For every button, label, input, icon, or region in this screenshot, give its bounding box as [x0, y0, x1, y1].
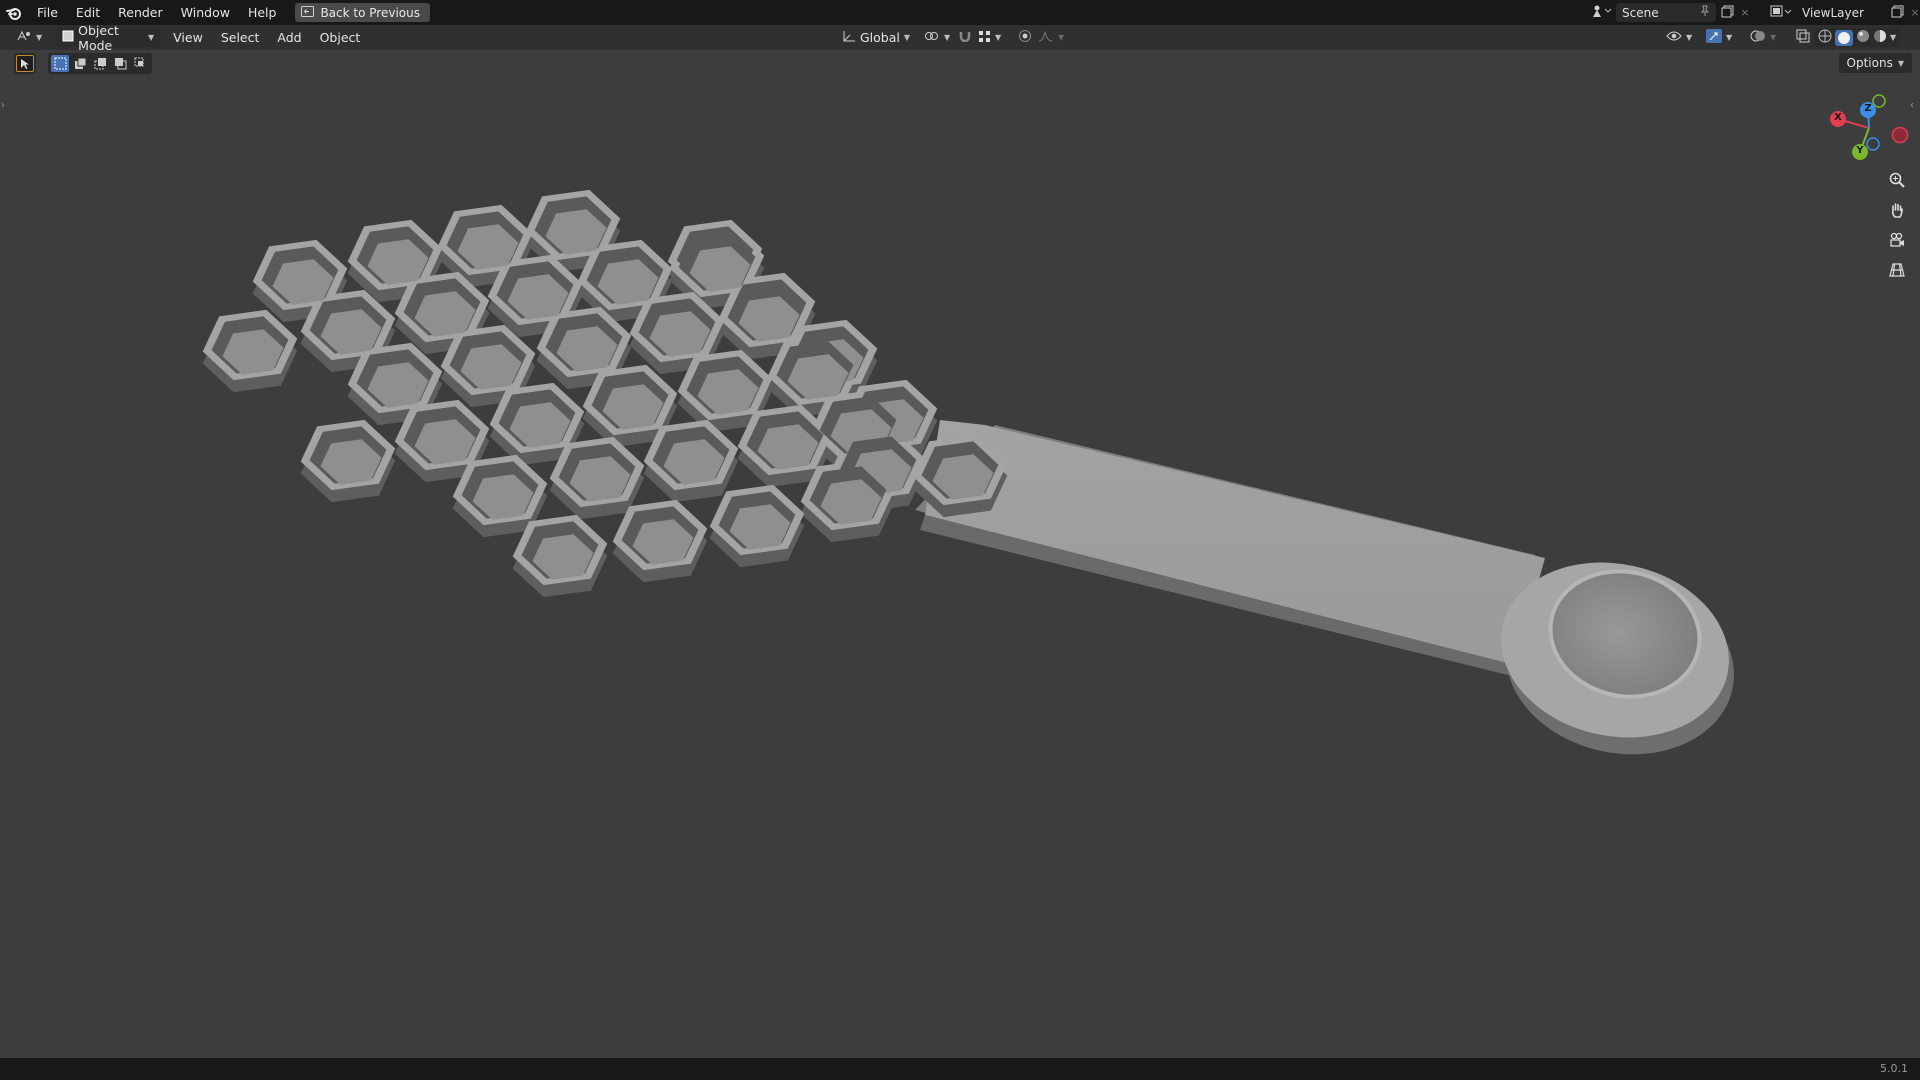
rendered-shading-icon[interactable] — [1873, 29, 1887, 46]
chevron-down-icon: ▼ — [1058, 33, 1065, 42]
zoom-icon — [1889, 172, 1905, 191]
close-icon: × — [1910, 6, 1920, 19]
gizmo-neg-z-handle[interactable] — [1866, 137, 1880, 151]
menu-add[interactable]: Add — [268, 25, 310, 50]
menu-file[interactable]: File — [28, 0, 67, 25]
honeycomb-grid — [202, 189, 1008, 598]
editor-type-button[interactable]: ▼ — [10, 28, 48, 47]
scene-icon — [1592, 4, 1612, 21]
honeycomb-spoon-model[interactable] — [202, 189, 1751, 775]
blender-logo-icon[interactable] — [0, 0, 28, 25]
editor-type-icon — [16, 30, 32, 45]
wireframe-shading-icon[interactable] — [1818, 29, 1832, 46]
view-layer-type-button[interactable] — [1766, 3, 1796, 22]
gizmo-toggle[interactable]: ▼ — [1700, 28, 1738, 47]
back-icon — [301, 5, 315, 20]
view-layer-name-field[interactable]: ViewLayer — [1796, 3, 1886, 22]
view-layer-icon — [1770, 5, 1792, 21]
transform-orientation-selector[interactable]: Global ▼ — [836, 28, 916, 47]
gizmo-neg-x-handle[interactable] — [1891, 126, 1909, 144]
material-shading-icon[interactable] — [1856, 29, 1870, 46]
gizmo-x-label: X — [1834, 112, 1842, 123]
scene-name-field[interactable]: Scene — [1616, 3, 1716, 22]
snap-target-selector[interactable]: ▼ — [972, 28, 1007, 47]
menu-render[interactable]: Render — [109, 0, 172, 25]
gizmo-y-label: Y — [1856, 145, 1864, 156]
xray-icon — [1796, 29, 1810, 46]
orientation-label: Global — [860, 30, 900, 45]
orientation-icon — [842, 30, 856, 45]
shading-mode-group: ▼ — [1814, 28, 1901, 47]
chevron-down-icon[interactable]: ▼ — [1890, 33, 1896, 42]
new-scene-button[interactable] — [1716, 3, 1738, 22]
top-bar: File Edit Render Window Help Back to Pre… — [0, 0, 1920, 25]
gizmo-neg-y-handle[interactable] — [1872, 94, 1886, 108]
menu-view[interactable]: View — [164, 25, 212, 50]
pin-icon[interactable] — [1700, 5, 1710, 20]
gizmo-z-label: Z — [1864, 103, 1872, 114]
menu-select[interactable]: Select — [212, 25, 269, 50]
copy-icon — [1721, 5, 1734, 21]
delete-view-layer-button[interactable]: × — [1908, 3, 1920, 22]
3d-viewport[interactable]: X Z Y › ‹ — [0, 50, 1920, 1058]
chevron-down-icon: ▼ — [1726, 33, 1733, 42]
scene-canvas[interactable] — [0, 50, 1920, 1058]
back-to-previous-button[interactable]: Back to Previous — [295, 3, 430, 22]
eye-icon — [1666, 30, 1682, 45]
scene-name: Scene — [1622, 5, 1659, 20]
menu-edit[interactable]: Edit — [67, 0, 109, 25]
xray-toggle[interactable] — [1790, 28, 1816, 47]
perspective-toggle-button[interactable] — [1883, 257, 1911, 285]
object-mode-icon — [62, 30, 74, 45]
view-layer-selector: ViewLayer × — [1766, 0, 1920, 25]
overlays-toggle[interactable]: ▼ — [1744, 28, 1782, 47]
chevron-down-icon: ▼ — [903, 33, 911, 42]
proportional-icon — [1018, 29, 1032, 46]
new-view-layer-button[interactable] — [1886, 3, 1908, 22]
snap-grid-icon — [978, 30, 991, 46]
chevron-down-icon: ▼ — [944, 33, 951, 42]
zoom-button[interactable] — [1883, 167, 1911, 195]
viewport-header: ▼ Object Mode ▼ View Select Add Object G… — [0, 23, 1920, 53]
close-icon: × — [1740, 6, 1750, 19]
magnet-icon — [958, 30, 972, 45]
scene-selector: Scene × — [1588, 0, 1752, 25]
mode-label: Object Mode — [78, 22, 119, 53]
chevron-down-icon: ▼ — [1686, 33, 1693, 42]
gizmo-icon — [1706, 29, 1722, 46]
view-layer-name: ViewLayer — [1802, 5, 1864, 20]
pan-hand-icon — [1889, 202, 1905, 221]
scene-type-button[interactable] — [1588, 3, 1616, 22]
version-label: 5.0.1 — [1880, 1062, 1908, 1075]
menu-window[interactable]: Window — [172, 0, 239, 25]
falloff-selector[interactable]: ▼ — [1032, 28, 1070, 47]
mode-selector[interactable]: Object Mode ▼ — [56, 23, 161, 53]
menu-object[interactable]: Object — [311, 25, 370, 50]
falloff-curve-icon — [1038, 30, 1054, 45]
back-label: Back to Previous — [320, 5, 420, 20]
toolbar-expand-arrow-icon[interactable]: › — [1, 100, 5, 111]
spoon-handle — [915, 420, 1545, 678]
copy-icon — [1891, 5, 1904, 21]
solid-shading-icon[interactable] — [1835, 29, 1853, 46]
sidebar-expand-arrow-icon[interactable]: ‹ — [1910, 100, 1914, 111]
grid-icon — [1889, 262, 1905, 281]
chevron-down-icon: ▼ — [995, 33, 1002, 42]
chevron-down-icon: ▼ — [148, 33, 155, 42]
delete-scene-button[interactable]: × — [1738, 3, 1752, 22]
camera-icon — [1889, 232, 1905, 251]
status-bar: 5.0.1 — [0, 1058, 1920, 1080]
visibility-selector[interactable]: ▼ — [1660, 28, 1698, 47]
pivot-point-selector[interactable]: ▼ — [918, 28, 956, 47]
chevron-down-icon: ▼ — [36, 33, 43, 42]
camera-view-button[interactable] — [1883, 227, 1911, 255]
overlays-icon — [1750, 29, 1766, 46]
pan-button[interactable] — [1883, 197, 1911, 225]
menu-help[interactable]: Help — [239, 0, 286, 25]
chevron-down-icon: ▼ — [1770, 33, 1777, 42]
pivot-icon — [924, 30, 940, 45]
